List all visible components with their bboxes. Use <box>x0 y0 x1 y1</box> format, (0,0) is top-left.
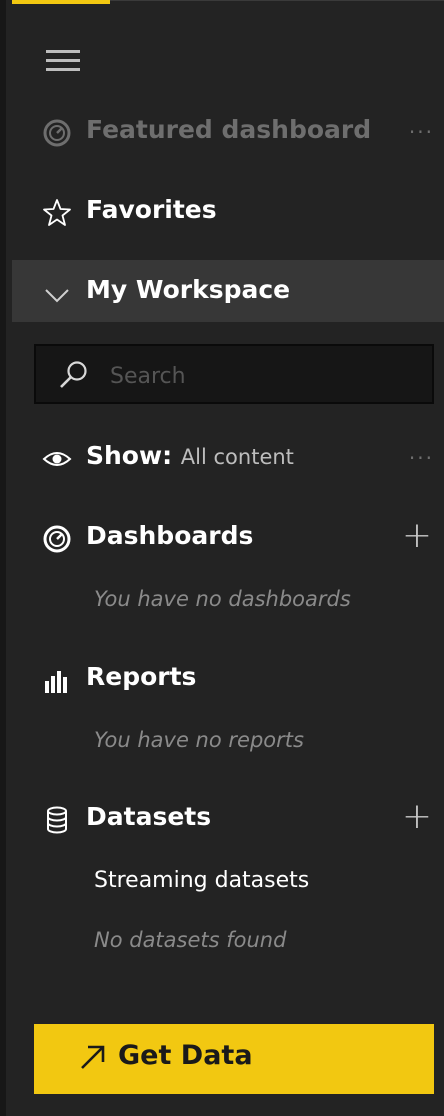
top-divider <box>110 0 444 1</box>
show-filter[interactable]: Show: All content ··· <box>12 438 444 478</box>
featured-more-button[interactable]: ··· <box>409 120 434 144</box>
dashboards-empty-message: You have no dashboards <box>94 587 351 611</box>
search-box[interactable] <box>34 344 434 404</box>
nav-item-featured-dashboard[interactable]: Featured dashboard ··· <box>12 112 444 152</box>
eye-icon <box>42 452 72 466</box>
search-input[interactable] <box>108 360 412 392</box>
navigation-pane: Featured dashboard ··· Favorites My Work… <box>0 0 444 1116</box>
chevron-down-icon <box>45 289 69 303</box>
gauge-icon <box>43 119 71 147</box>
favorites-label: Favorites <box>86 195 217 224</box>
section-datasets[interactable]: Datasets + <box>12 797 444 839</box>
show-label: Show: All content <box>86 441 294 470</box>
nav-item-my-workspace[interactable]: My Workspace <box>12 272 444 312</box>
dashboards-label: Dashboards <box>86 521 254 550</box>
hamburger-icon[interactable] <box>46 50 80 72</box>
search-icon <box>60 361 87 388</box>
show-value: All content <box>180 445 294 469</box>
add-dataset-button[interactable]: + <box>402 797 432 837</box>
reports-label: Reports <box>86 662 197 691</box>
featured-dashboard-label: Featured dashboard <box>86 115 372 144</box>
reports-empty-message: You have no reports <box>94 728 304 752</box>
add-dashboard-button[interactable]: + <box>402 516 432 556</box>
arrow-up-right-icon <box>81 1045 105 1069</box>
show-more-button[interactable]: ··· <box>409 446 434 470</box>
my-workspace-label: My Workspace <box>86 275 291 304</box>
nav-item-favorites[interactable]: Favorites <box>12 192 444 232</box>
streaming-datasets-link[interactable]: Streaming datasets <box>94 868 309 893</box>
datasets-label: Datasets <box>86 802 212 831</box>
top-accent-bar <box>12 0 110 4</box>
bottom-spacer <box>12 1096 444 1116</box>
section-dashboards[interactable]: Dashboards + <box>12 516 444 558</box>
get-data-button[interactable]: Get Data <box>34 1024 434 1094</box>
get-data-label: Get Data <box>118 1040 253 1071</box>
bar-chart-icon <box>45 671 67 693</box>
datasets-empty-message: No datasets found <box>94 928 287 952</box>
show-prefix: Show: <box>86 441 173 470</box>
star-icon <box>43 199 71 226</box>
gauge-icon <box>43 525 71 553</box>
section-reports[interactable]: Reports <box>12 659 444 699</box>
database-icon <box>47 806 67 834</box>
